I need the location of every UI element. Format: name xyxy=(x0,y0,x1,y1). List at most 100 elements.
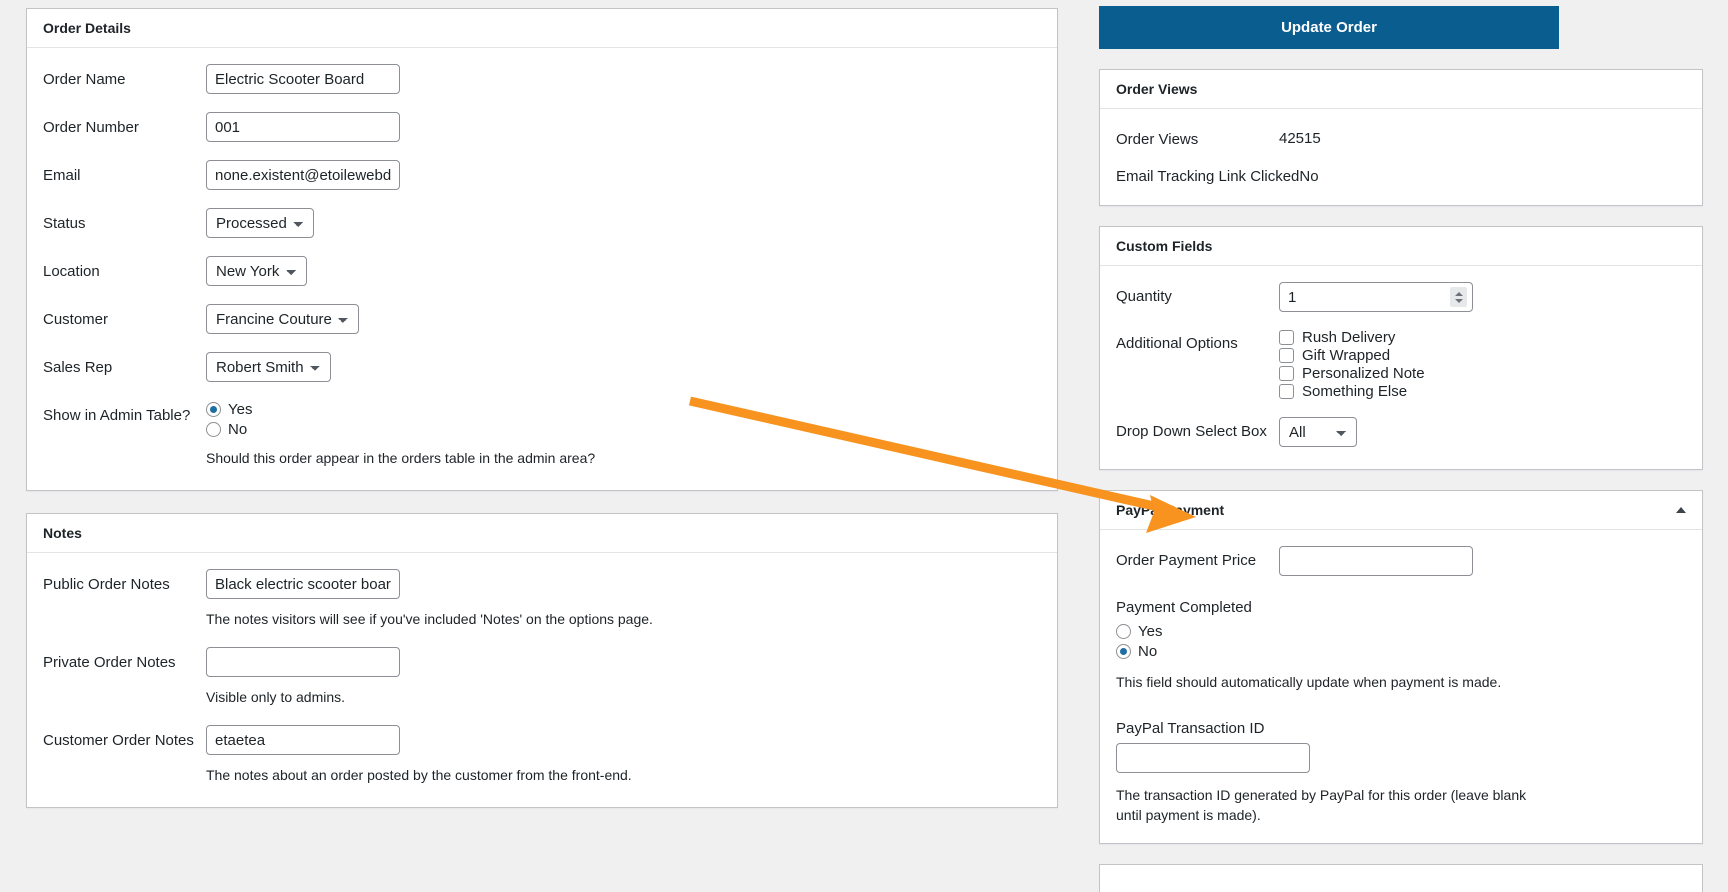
field-row-order-number: Order Number xyxy=(27,112,1057,142)
payment-completed-no-option[interactable]: No xyxy=(1116,642,1686,660)
show-in-admin-label: Show in Admin Table? xyxy=(43,407,191,424)
customer-notes-label: Customer Order Notes xyxy=(43,732,194,749)
order-payment-price-input[interactable] xyxy=(1279,546,1473,576)
next-panel-partial xyxy=(1099,864,1703,892)
order-name-label: Order Name xyxy=(43,71,126,88)
dropdown-select-label: Drop Down Select Box xyxy=(1116,423,1267,440)
field-row-status: Status Processed xyxy=(27,208,1057,238)
radio-no-label: No xyxy=(228,420,248,438)
status-select[interactable]: Processed xyxy=(206,208,314,238)
custom-fields-header: Custom Fields xyxy=(1100,227,1702,266)
quantity-input[interactable] xyxy=(1279,282,1473,312)
field-row-order-name: Order Name xyxy=(27,64,1057,94)
radio-no-icon[interactable] xyxy=(1116,643,1131,659)
order-details-title: Order Details xyxy=(43,20,131,36)
quantity-label: Quantity xyxy=(1116,288,1172,305)
checkbox-rush-delivery[interactable]: Rush Delivery xyxy=(1279,329,1425,346)
row-additional-options: Additional Options Rush Delivery Gift Wr… xyxy=(1100,329,1702,400)
field-row-sales-rep: Sales Rep Robert Smith xyxy=(27,352,1057,382)
order-payment-price-label: Order Payment Price xyxy=(1116,552,1257,569)
show-in-admin-help: Should this order appear in the orders t… xyxy=(206,450,596,466)
public-notes-input[interactable] xyxy=(206,569,400,599)
public-notes-label: Public Order Notes xyxy=(43,576,170,593)
location-select[interactable]: New York xyxy=(206,256,307,286)
quantity-spinner-buttons[interactable] xyxy=(1450,287,1467,307)
order-details-header: Order Details xyxy=(27,9,1057,48)
notes-title: Notes xyxy=(43,525,82,541)
notes-body: Public Order Notes The notes visitors wi… xyxy=(27,553,1057,807)
public-notes-help: The notes visitors will see if you've in… xyxy=(206,611,653,627)
custom-fields-title: Custom Fields xyxy=(1116,238,1213,254)
order-number-label: Order Number xyxy=(43,119,139,136)
checkbox-icon[interactable] xyxy=(1279,348,1294,363)
triangle-up-icon[interactable] xyxy=(1676,507,1686,513)
order-views-title: Order Views xyxy=(1116,81,1198,97)
field-row-customer-notes: Customer Order Notes The notes about an … xyxy=(27,725,1057,785)
checkbox-icon[interactable] xyxy=(1279,384,1294,399)
row-order-views: Order Views 42515 xyxy=(1100,125,1702,150)
transaction-id-label: PayPal Transaction ID xyxy=(1116,720,1265,737)
paypal-payment-body: Order Payment Price Payment Completed Ye… xyxy=(1100,530,1702,843)
quantity-stepper[interactable] xyxy=(1279,282,1473,312)
custom-fields-card: Custom Fields Quantity Additional Option… xyxy=(1099,226,1703,470)
spinner-down-icon[interactable] xyxy=(1454,298,1463,303)
payment-completed-label: Payment Completed xyxy=(1116,599,1252,616)
notes-header: Notes xyxy=(27,514,1057,553)
payment-completed-group: Payment Completed Yes No This field shou… xyxy=(1100,598,1702,692)
customer-label: Customer xyxy=(43,311,109,328)
order-views-count-value: 42515 xyxy=(1279,130,1321,147)
row-order-payment-price: Order Payment Price xyxy=(1100,546,1702,576)
spinner-up-icon[interactable] xyxy=(1454,291,1463,296)
email-label: Email xyxy=(43,167,81,184)
show-in-admin-no-option[interactable]: No xyxy=(206,420,1041,438)
transaction-id-input[interactable] xyxy=(1116,743,1310,773)
private-notes-label: Private Order Notes xyxy=(43,654,176,671)
order-number-input[interactable] xyxy=(206,112,400,142)
sidebar-column: Update Order Order Views Order Views 425… xyxy=(1099,6,1703,892)
location-label: Location xyxy=(43,263,100,280)
order-views-header: Order Views xyxy=(1100,70,1702,109)
checkbox-gift-wrapped[interactable]: Gift Wrapped xyxy=(1279,347,1425,364)
show-in-admin-yes-option[interactable]: Yes xyxy=(206,400,1041,418)
sales-rep-select[interactable]: Robert Smith xyxy=(206,352,331,382)
order-details-card: Order Details Order Name Order Number xyxy=(26,8,1058,491)
transaction-id-help: The transaction ID generated by PayPal f… xyxy=(1116,787,1527,823)
private-notes-input[interactable] xyxy=(206,647,400,677)
email-tracking-label: Email Tracking Link Clicked xyxy=(1116,168,1300,185)
admin-order-edit-screen: Order Details Order Name Order Number xyxy=(0,0,1728,892)
customer-notes-help: The notes about an order posted by the c… xyxy=(206,767,632,783)
custom-fields-body: Quantity Additional Options xyxy=(1100,266,1702,469)
field-row-private-notes: Private Order Notes Visible only to admi… xyxy=(27,647,1057,707)
customer-notes-input[interactable] xyxy=(206,725,400,755)
notes-card: Notes Public Order Notes The notes visit… xyxy=(26,513,1058,808)
update-order-button[interactable]: Update Order xyxy=(1099,6,1559,49)
order-details-body: Order Name Order Number Email xyxy=(27,48,1057,490)
radio-yes-icon[interactable] xyxy=(1116,623,1131,639)
radio-no-label: No xyxy=(1138,642,1158,660)
radio-yes-icon[interactable] xyxy=(206,401,221,417)
customer-select[interactable]: Francine Couture xyxy=(206,304,359,334)
field-row-public-notes: Public Order Notes The notes visitors wi… xyxy=(27,569,1057,629)
checkbox-icon[interactable] xyxy=(1279,366,1294,381)
row-dropdown-select: Drop Down Select Box All xyxy=(1100,417,1702,447)
email-tracking-value: No xyxy=(1299,168,1319,185)
payment-completed-yes-option[interactable]: Yes xyxy=(1116,622,1686,640)
order-views-count-label: Order Views xyxy=(1116,131,1199,148)
checkbox-icon[interactable] xyxy=(1279,330,1294,345)
paypal-payment-card: PayPal Payment Order Payment Price Payme… xyxy=(1099,490,1703,844)
status-label: Status xyxy=(43,215,86,232)
checkbox-something-else[interactable]: Something Else xyxy=(1279,383,1425,400)
sales-rep-label: Sales Rep xyxy=(43,359,113,376)
field-row-customer: Customer Francine Couture xyxy=(27,304,1057,334)
main-column: Order Details Order Name Order Number xyxy=(26,8,1058,830)
checkbox-label: Rush Delivery xyxy=(1302,329,1396,346)
additional-options-group: Rush Delivery Gift Wrapped Personalized … xyxy=(1279,329,1425,400)
checkbox-personalized-note[interactable]: Personalized Note xyxy=(1279,365,1425,382)
email-input[interactable] xyxy=(206,160,400,190)
dropdown-select-box[interactable]: All xyxy=(1279,417,1357,447)
paypal-payment-title: PayPal Payment xyxy=(1116,502,1225,518)
row-quantity: Quantity xyxy=(1100,282,1702,312)
order-name-input[interactable] xyxy=(206,64,400,94)
order-views-body: Order Views 42515 Email Tracking Link Cl… xyxy=(1100,109,1702,205)
radio-no-icon[interactable] xyxy=(206,421,221,437)
